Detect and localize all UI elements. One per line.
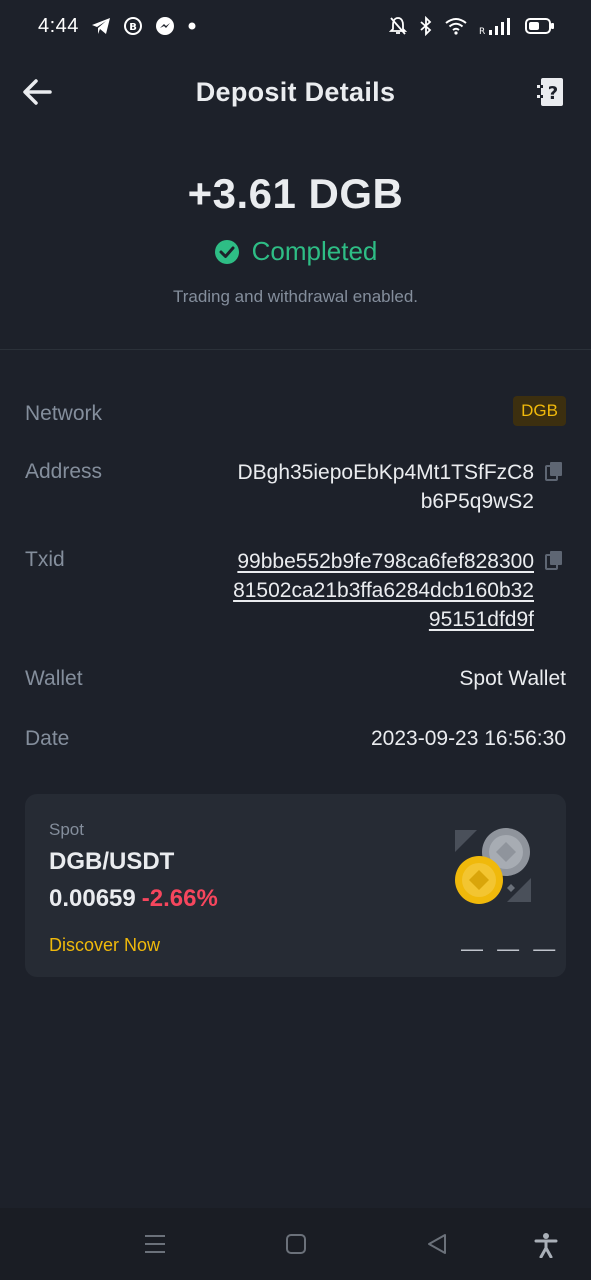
back-triangle-icon [428, 1234, 446, 1254]
status-text: Completed [251, 236, 378, 266]
txid-link[interactable]: 99bbe552b9fe798ca6fef828300 81502ca21b3f… [233, 547, 534, 634]
dot-icon [187, 21, 197, 31]
spot-label: Spot [49, 820, 84, 839]
svg-text:?: ? [548, 83, 558, 104]
wallet-label: Wallet [25, 667, 83, 690]
date-value: 2023-09-23 16:56:30 [371, 727, 566, 750]
messenger-icon [155, 16, 175, 36]
header: Deposit Details ? [0, 58, 591, 126]
address-line-2: b6P5q9wS2 [420, 490, 534, 513]
dashes: — — — [461, 936, 560, 961]
txid-line-3: 95151dfd9f [428, 608, 534, 631]
accessibility-icon [534, 1233, 558, 1259]
deposit-amount: +3.61 DGB [187, 170, 404, 217]
wifi-icon [445, 17, 467, 35]
signal-icon: R [479, 16, 513, 36]
wallet-value: Spot Wallet [459, 667, 566, 690]
status-note: Trading and withdrawal enabled. [172, 287, 419, 306]
price-change: -2.66% [141, 885, 218, 912]
bell-muted-icon [389, 16, 407, 36]
pair-price: 0.00659 [49, 885, 136, 912]
help-button[interactable]: ? [535, 74, 569, 110]
network-label: Network [25, 402, 103, 425]
home-square-icon [286, 1234, 306, 1254]
price-row: 0.00659 -2.66% [49, 885, 218, 913]
status-right: R [389, 16, 555, 36]
help-document-icon: ? [537, 78, 563, 106]
status-time: 4:44 [38, 14, 79, 37]
address-label: Address [25, 460, 103, 483]
discover-now-link[interactable]: Discover Now [49, 935, 160, 956]
coins-illustration-icon [455, 828, 531, 904]
page-title: Deposit Details [195, 76, 396, 107]
txid-label: Txid [25, 548, 65, 571]
status-bar: 4:44 B R [0, 0, 591, 52]
arrow-left-icon [23, 79, 52, 105]
back-nav-button[interactable] [425, 1232, 449, 1261]
menu-button[interactable] [143, 1232, 167, 1261]
battery-icon [525, 17, 555, 35]
txid-line-1: 99bbe552b9fe798ca6fef828300 [237, 550, 534, 573]
address-value[interactable]: DBgh35iepoEbKp4Mt1TSfFzC8 b6P5q9wS2 [238, 458, 535, 516]
txid-line-2: 81502ca21b3ffa6284dcb160b32 [233, 579, 534, 602]
b-circle-icon: B [123, 16, 143, 36]
trading-pair: DGB/USDT [49, 848, 175, 875]
home-button[interactable] [284, 1232, 308, 1261]
network-badge: DGB [513, 396, 566, 426]
status-left: 4:44 B [38, 15, 197, 38]
spot-market-card[interactable]: Spot DGB/USDT 0.00659 -2.66% Discover Now… [25, 794, 566, 977]
date-label: Date [25, 727, 70, 750]
back-button[interactable] [20, 74, 56, 110]
copy-address-icon[interactable] [544, 461, 564, 483]
accessibility-button[interactable] [534, 1232, 558, 1263]
svg-text:B: B [129, 22, 137, 33]
status-row: Completed [0, 236, 591, 267]
copy-txid-icon[interactable] [544, 550, 564, 572]
signal-label: R [479, 27, 485, 36]
menu-icon [145, 1235, 165, 1253]
system-nav-bar [0, 1208, 591, 1280]
check-circle-icon [214, 239, 239, 264]
bluetooth-icon [419, 16, 433, 36]
divider [0, 349, 591, 350]
address-line-1: DBgh35iepoEbKp4Mt1TSfFzC8 [237, 461, 535, 484]
telegram-icon [91, 17, 111, 35]
